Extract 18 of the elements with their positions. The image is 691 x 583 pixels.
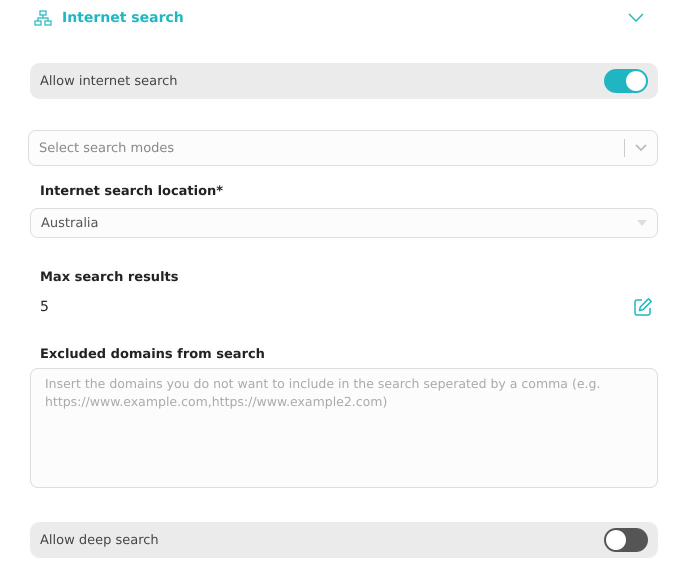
caret-icon bbox=[637, 220, 647, 226]
toggle-label: Allow deep search bbox=[40, 532, 159, 548]
field-label: Max search results bbox=[39, 270, 180, 285]
section-title: Internet search bbox=[62, 10, 185, 26]
toggle-switch[interactable] bbox=[604, 528, 648, 552]
chevron-icon[interactable] bbox=[628, 13, 644, 23]
toggle-switch[interactable] bbox=[604, 69, 648, 93]
select-value: Australia bbox=[41, 216, 100, 230]
field-label: Excluded domains from search bbox=[39, 347, 266, 362]
location-select[interactable]: Australia bbox=[30, 208, 658, 238]
field-value: 5 bbox=[40, 299, 49, 315]
domains-textarea[interactable]: Insert the domains you do not want to include in the search seperated by a comma (e.g. https://www.example.com,https://www.example2.com) bbox=[30, 368, 658, 488]
network-icon bbox=[34, 10, 52, 26]
chevron-icon bbox=[635, 144, 647, 152]
edit-icon[interactable] bbox=[633, 297, 653, 317]
toggle-label: Allow internet search bbox=[40, 74, 178, 88]
field-label: Internet search location* bbox=[39, 184, 224, 199]
select-placeholder: Select search modes bbox=[39, 140, 176, 156]
